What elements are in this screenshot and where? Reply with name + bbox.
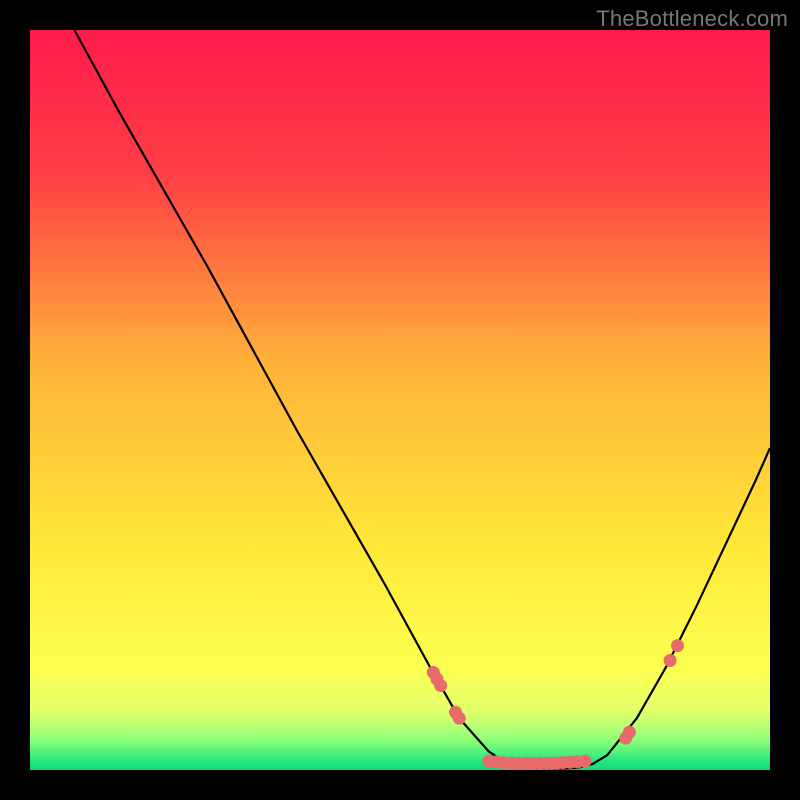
data-dot [579, 755, 592, 768]
bottleneck-chart [30, 30, 770, 770]
data-dot [434, 679, 447, 692]
gradient-background [30, 30, 770, 770]
data-dot [664, 654, 677, 667]
data-dot [671, 639, 684, 652]
chart-frame: TheBottleneck.com [0, 0, 800, 800]
data-dot [623, 726, 636, 739]
watermark-text: TheBottleneck.com [596, 6, 788, 32]
data-dot [453, 712, 466, 725]
